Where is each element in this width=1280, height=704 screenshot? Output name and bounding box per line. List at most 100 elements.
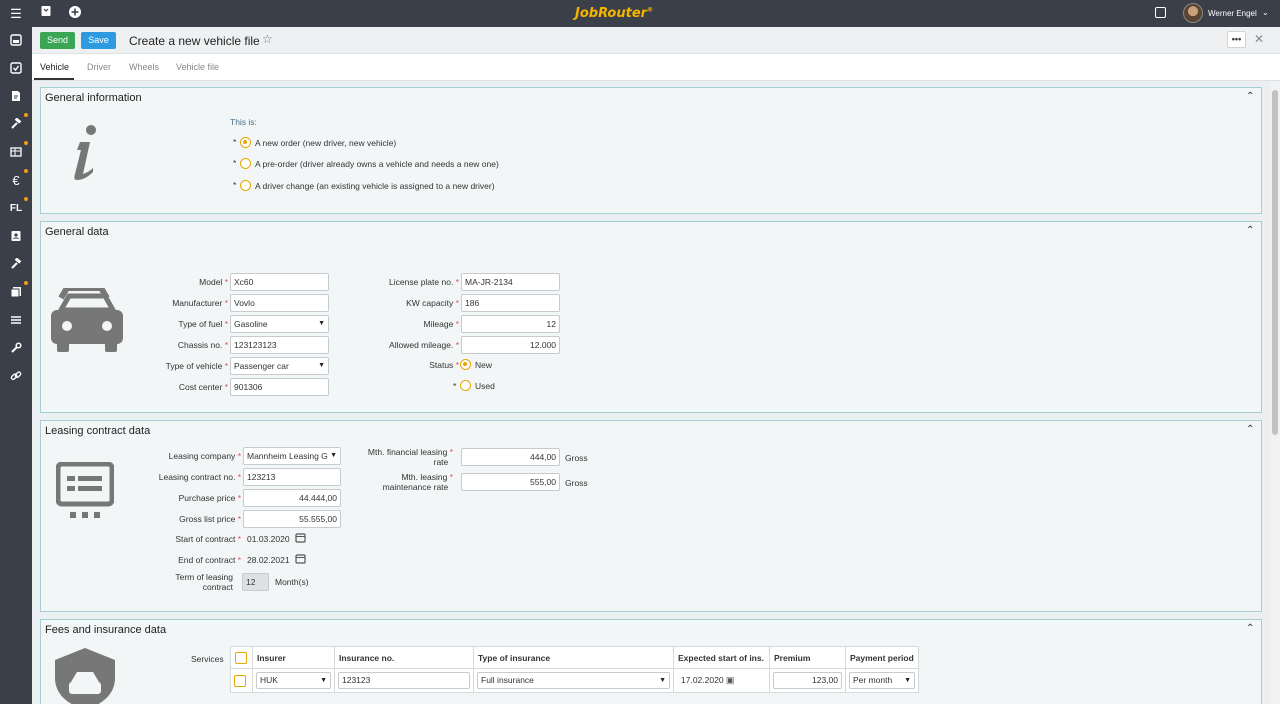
order-type-question: This is: bbox=[230, 117, 257, 127]
general-data-panel: General data ⌃ Model * Xc60 Manufacturer… bbox=[40, 221, 1262, 413]
column-header[interactable]: Expected start of ins. bbox=[673, 646, 770, 669]
leasing-contract-panel: Leasing contract data ⌃ Leasing company … bbox=[40, 420, 1262, 612]
document-edit-icon[interactable] bbox=[9, 90, 23, 104]
send-button[interactable]: Send bbox=[40, 32, 75, 49]
save-button[interactable]: Save bbox=[81, 32, 116, 49]
tab-vehicle[interactable]: Vehicle bbox=[40, 62, 69, 72]
add-circle-icon[interactable] bbox=[67, 5, 83, 21]
column-header[interactable]: Payment period bbox=[845, 646, 919, 669]
gross-label: Gross bbox=[565, 453, 588, 463]
chevron-up-icon[interactable]: ⌃ bbox=[1246, 225, 1254, 236]
chevron-up-icon[interactable]: ⌃ bbox=[1246, 623, 1254, 634]
inbox-icon[interactable] bbox=[9, 34, 23, 48]
sidebar: € FL bbox=[0, 27, 32, 704]
insurer-select[interactable]: HUK ▼ bbox=[256, 672, 331, 689]
field-label-end-contract: End of contract * bbox=[178, 555, 241, 565]
vehicle-type-select[interactable]: Passenger car ▼ bbox=[230, 357, 329, 375]
model-input[interactable]: Xc60 bbox=[230, 273, 329, 291]
insurance-type-select[interactable]: Full insurance ▼ bbox=[477, 672, 670, 689]
option-label: A new order (new driver, new vehicle) bbox=[255, 138, 397, 148]
license-plate-input[interactable]: MA-JR-2134 bbox=[461, 273, 560, 291]
field-label-allowed-mileage: Allowed mileage. * bbox=[389, 340, 459, 350]
hamburger-menu-icon[interactable]: ☰ bbox=[6, 5, 26, 23]
bookmark-icon[interactable] bbox=[38, 5, 54, 21]
term-input: 12 bbox=[242, 573, 269, 591]
chassis-input[interactable]: 123123123 bbox=[230, 336, 329, 354]
user-name[interactable]: Werner Engel bbox=[1208, 9, 1257, 18]
star-icon[interactable]: ☆ bbox=[262, 32, 273, 46]
start-contract-date[interactable]: 01.03.2020 bbox=[243, 530, 293, 548]
link-icon[interactable] bbox=[9, 370, 23, 384]
radio-new-order[interactable] bbox=[240, 137, 251, 148]
manufacturer-input[interactable]: Vovlo bbox=[230, 294, 329, 312]
contract-no-input[interactable]: 123213 bbox=[243, 468, 341, 486]
fees-insurance-panel: Fees and insurance data ⌃ Services Insur… bbox=[40, 619, 1262, 704]
hammer-icon[interactable] bbox=[9, 257, 23, 272]
tab-wheels[interactable]: Wheels bbox=[129, 62, 159, 72]
insurance-table: Insurer Insurance no. Type of insurance … bbox=[230, 646, 919, 693]
field-label-manufacturer: Manufacturer * bbox=[172, 298, 228, 308]
premium-input[interactable]: 123,00 bbox=[773, 672, 842, 689]
form-content: General information ⌃ This is: * A new o… bbox=[32, 81, 1270, 704]
row-checkbox[interactable] bbox=[234, 674, 246, 687]
radio-driver-change[interactable] bbox=[240, 180, 251, 191]
end-contract-date[interactable]: 28.02.2021 bbox=[243, 551, 293, 569]
select-all-checkbox[interactable] bbox=[235, 651, 247, 664]
insurance-no-input[interactable]: 123123 bbox=[338, 672, 470, 689]
chevron-down-icon[interactable]: ⌄ bbox=[1262, 8, 1269, 17]
kw-capacity-input[interactable]: 186 bbox=[461, 294, 560, 312]
status-new-radio[interactable] bbox=[460, 359, 471, 370]
table-edit-icon[interactable] bbox=[9, 146, 23, 160]
gross-list-price-input[interactable]: 55.555,00 bbox=[243, 510, 341, 528]
field-label-chassis: Chassis no. * bbox=[177, 340, 228, 350]
insurance-start-date[interactable]: 17.02.2020 ▣ bbox=[677, 672, 766, 689]
hammer-icon[interactable] bbox=[9, 117, 23, 132]
leasing-company-select[interactable]: Mannheim Leasing G ▼ bbox=[243, 447, 341, 465]
task-check-icon[interactable] bbox=[9, 62, 23, 76]
radio-pre-order[interactable] bbox=[240, 158, 251, 169]
mileage-input[interactable]: 12 bbox=[461, 315, 560, 333]
field-label-maintenance-rate: Mth. leasing * maintenance rate bbox=[382, 472, 453, 492]
column-header[interactable]: Premium bbox=[769, 646, 846, 669]
documents-icon[interactable] bbox=[9, 286, 23, 300]
field-label-contract-no: Leasing contract no. * bbox=[158, 472, 241, 482]
tab-driver[interactable]: Driver bbox=[87, 62, 111, 72]
column-header[interactable]: Type of insurance bbox=[473, 646, 674, 669]
calendar-icon[interactable] bbox=[1155, 7, 1166, 18]
wrench-icon[interactable] bbox=[9, 342, 23, 356]
calendar-icon[interactable] bbox=[295, 532, 306, 545]
column-header[interactable]: Insurance no. bbox=[334, 646, 474, 669]
panel-title: General information bbox=[45, 92, 142, 104]
tab-vehicle-file[interactable]: Vehicle file bbox=[176, 62, 219, 72]
contact-card-icon[interactable] bbox=[9, 230, 23, 244]
fuel-type-select[interactable]: Gasoline ▼ bbox=[230, 315, 329, 333]
calendar-icon[interactable]: ▣ bbox=[726, 675, 735, 685]
more-options-button[interactable]: ••• bbox=[1227, 31, 1246, 48]
avatar[interactable] bbox=[1183, 3, 1203, 23]
calendar-icon[interactable] bbox=[295, 553, 306, 566]
field-label-term: Term of leasing contract bbox=[175, 572, 233, 592]
form-header: Send Save Create a new vehicle file ☆ ••… bbox=[32, 27, 1280, 54]
contract-document-icon bbox=[55, 461, 115, 522]
scrollbar-thumb[interactable] bbox=[1272, 90, 1278, 435]
active-tab-indicator bbox=[34, 78, 74, 80]
status-option-label: Used bbox=[475, 381, 495, 391]
top-bar: ☰ JobRouter® Werner Engel ⌄ bbox=[0, 0, 1280, 27]
fl-icon[interactable]: FL bbox=[9, 202, 23, 216]
status-used-radio[interactable] bbox=[460, 380, 471, 391]
maintenance-rate-input[interactable]: 555,00 bbox=[461, 473, 560, 491]
close-icon[interactable]: ✕ bbox=[1254, 32, 1264, 46]
payment-period-select[interactable]: Per month ▼ bbox=[849, 672, 915, 689]
chevron-up-icon[interactable]: ⌃ bbox=[1246, 91, 1254, 102]
allowed-mileage-input[interactable]: 12.000 bbox=[461, 336, 560, 354]
financial-rate-input[interactable]: 444,00 bbox=[461, 448, 560, 466]
euro-icon[interactable]: € bbox=[9, 174, 23, 188]
services-label: Services bbox=[191, 654, 224, 664]
field-label-vehicle-type: Type of vehicle * bbox=[165, 361, 228, 371]
cost-center-input[interactable]: 901306 bbox=[230, 378, 329, 396]
field-label-kw: KW capacity * bbox=[406, 298, 459, 308]
chevron-up-icon[interactable]: ⌃ bbox=[1246, 424, 1254, 435]
purchase-price-input[interactable]: 44.444,00 bbox=[243, 489, 341, 507]
list-icon[interactable] bbox=[9, 314, 23, 328]
column-header[interactable]: Insurer bbox=[252, 646, 335, 669]
